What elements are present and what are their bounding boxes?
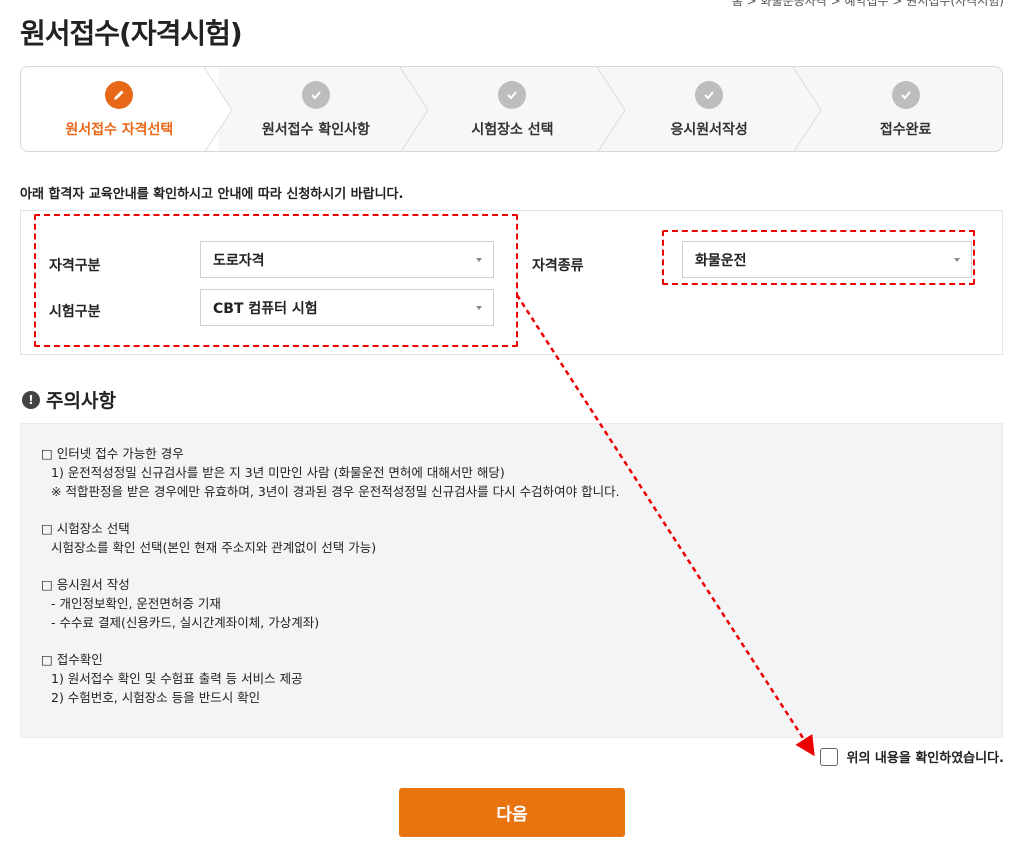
notice-line: 1) 운전적성정밀 신규검사를 받은 지 3년 미만인 사람 (화물운전 면허에…	[51, 465, 505, 480]
step-2: 원서접수 확인사항	[218, 67, 429, 151]
step-label: 시험장소 선택	[471, 122, 554, 138]
confirm-row: 위의 내용을 확인하였습니다.	[820, 747, 1004, 766]
notice-section: □ 시험장소 선택 시험장소를 확인 선택(본인 현재 주소지와 관계없이 선택…	[41, 519, 1002, 557]
notice-box: □ 인터넷 접수 가능한 경우 1) 운전적성정밀 신규검사를 받은 지 3년 …	[20, 423, 1003, 738]
exclamation-icon: !	[22, 390, 40, 409]
check-icon	[891, 81, 920, 109]
check-icon	[301, 81, 330, 109]
check-icon	[498, 81, 527, 109]
highlight-box-left	[34, 214, 518, 347]
notice-line: 시험장소를 확인 선택(본인 현재 주소지와 관계없이 선택 가능)	[51, 540, 377, 555]
notice-line: □ 시험장소 선택	[41, 521, 130, 536]
notice-line: - 수수료 결제(신용카드, 실시간계좌이체, 가상계좌)	[51, 615, 320, 630]
check-icon	[695, 81, 724, 109]
notice-section: □ 접수확인 1) 원서접수 확인 및 수험표 출력 등 서비스 제공 2) 수…	[41, 650, 1002, 707]
step-label: 응시원서작성	[670, 122, 748, 138]
step-label: 원서접수 확인사항	[261, 122, 370, 138]
step-label: 원서접수 자격선택	[65, 122, 174, 138]
step-label: 접수완료	[879, 122, 932, 138]
notice-line: 1) 원서접수 확인 및 수험표 출력 등 서비스 제공	[51, 671, 303, 686]
qual-kind-label: 자격종류	[532, 258, 584, 274]
breadcrumb: 홈 > 화물운송자격 > 예약접수 > 원서접수(자격시험)	[731, 0, 1004, 8]
next-button[interactable]: 다음	[399, 788, 625, 837]
notice-title: 주의사항	[46, 390, 116, 412]
notice-section: □ 응시원서 작성 - 개인정보확인, 운전면허증 기재 - 수수료 결제(신용…	[41, 575, 1002, 632]
confirm-label[interactable]: 위의 내용을 확인하였습니다.	[846, 747, 1004, 766]
step-1: 원서접수 자격선택	[21, 67, 232, 151]
notice-line: - 개인정보확인, 운전면허증 기재	[51, 596, 221, 611]
step-5: 접수완료	[807, 67, 1002, 151]
notice-line: ※ 적합판정을 받은 경우에만 유효하며, 3년이 경과된 경우 운전적성정밀 …	[51, 484, 620, 499]
notice-line: □ 접수확인	[41, 652, 103, 667]
qualification-form: 자격구분 도로자격 시험구분 CBT 컴퓨터 시험 자격종류 화물운전	[20, 210, 1003, 355]
notice-heading: ! 주의사항	[22, 386, 116, 413]
notice-section: □ 인터넷 접수 가능한 경우 1) 운전적성정밀 신규검사를 받은 지 3년 …	[41, 444, 1002, 501]
notice-line: □ 인터넷 접수 가능한 경우	[41, 446, 184, 461]
confirm-checkbox[interactable]	[820, 747, 839, 766]
step-progress: 원서접수 자격선택 원서접수 확인사항 시험장소 선택 응시원서작성 접수완료	[20, 66, 1003, 152]
highlight-box-right	[662, 230, 975, 285]
pencil-icon	[105, 81, 134, 109]
page-title: 원서접수(자격시험)	[20, 17, 243, 50]
step-4: 응시원서작성	[611, 67, 822, 151]
guide-text: 아래 합격자 교육안내를 확인하시고 안내에 따라 신청하시기 바랍니다.	[20, 187, 404, 202]
notice-line: □ 응시원서 작성	[41, 577, 130, 592]
step-3: 시험장소 선택	[414, 67, 625, 151]
notice-line: 2) 수험번호, 시험장소 등을 반드시 확인	[51, 690, 261, 705]
